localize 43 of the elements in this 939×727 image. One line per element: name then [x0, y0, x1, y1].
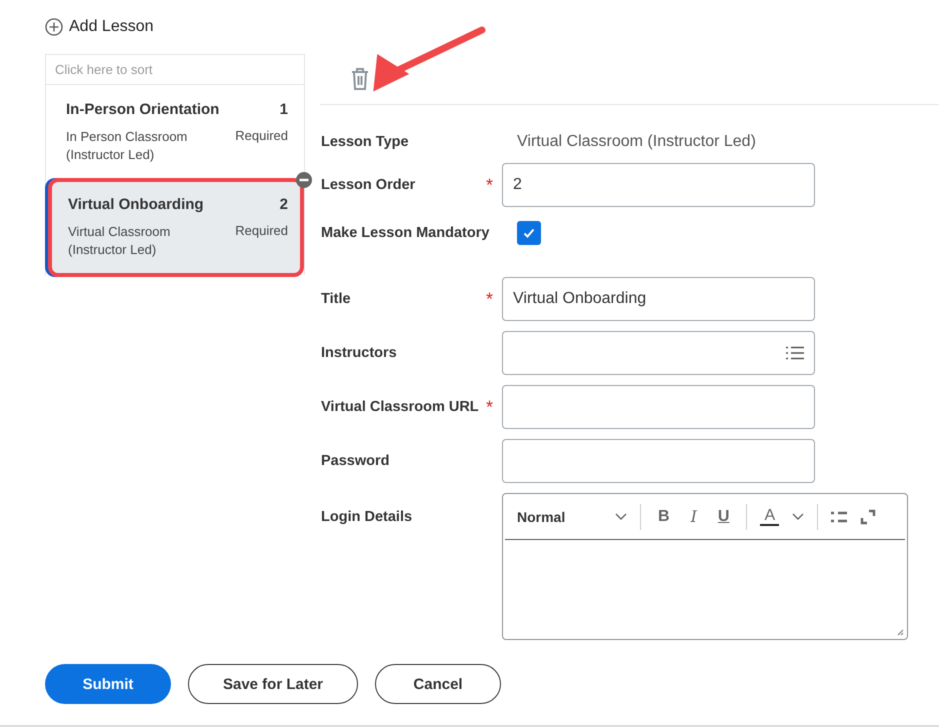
lesson-title: Virtual Onboarding	[68, 196, 204, 213]
field-label: Lesson Order	[321, 177, 416, 193]
check-icon	[522, 226, 536, 240]
resize-grip-icon[interactable]	[896, 628, 904, 636]
field-label: Password	[321, 453, 390, 469]
input-field[interactable]: Virtual Onboarding	[502, 277, 815, 321]
italic-button[interactable]: I	[686, 507, 701, 526]
text-color-button[interactable]: A	[760, 508, 780, 526]
required-mark: *	[486, 396, 494, 416]
trash-icon[interactable]	[350, 67, 370, 91]
lesson-type: In Person Classroom (Instructor Led)	[66, 128, 188, 164]
lesson-title: In-Person Orientation	[66, 101, 220, 118]
secondary-button[interactable]: Save for Later	[188, 664, 358, 704]
lesson-item[interactable]: In-Person Orientation 1 In Person Classroom (Instructor Led) Required	[46, 85, 304, 178]
required-mark: *	[486, 288, 494, 308]
bold-button[interactable]: B	[654, 508, 674, 526]
bullet-list-icon[interactable]	[831, 510, 848, 522]
lesson-status: Required	[235, 223, 288, 240]
remove-icon[interactable]	[296, 172, 312, 188]
submit-button[interactable]: Submit	[45, 664, 171, 704]
field-label: Title	[321, 291, 352, 307]
chevron-down-icon[interactable]	[615, 512, 627, 520]
field-label: Instructors	[321, 345, 398, 361]
lesson-type-value: Virtual Classroom (Instructor Led)	[517, 133, 756, 151]
add-lesson-button[interactable]: Add Lesson	[45, 18, 154, 36]
underline-button[interactable]: U	[714, 508, 734, 526]
lesson-order: 1	[280, 101, 288, 120]
lesson-order: 2	[280, 196, 288, 215]
chevron-down-icon[interactable]	[792, 512, 804, 520]
lesson-item[interactable]: Virtual Onboarding 2 Virtual Classroom (Instructor Led) Required	[48, 178, 304, 277]
required-mark: *	[486, 174, 494, 194]
field-label: Lesson Type	[321, 134, 410, 150]
checkbox[interactable]	[517, 221, 541, 245]
field-label: Login Details	[321, 509, 414, 525]
list-icon	[786, 346, 804, 360]
lesson-type: Virtual Classroom (Instructor Led)	[68, 223, 172, 259]
plus-circle-icon	[45, 18, 63, 36]
lesson-status: Required	[235, 128, 288, 145]
expand-icon[interactable]	[860, 508, 876, 524]
secondary-button[interactable]: Cancel	[375, 664, 501, 704]
input-field[interactable]: 2	[502, 163, 815, 207]
field-label: Virtual Classroom URL	[321, 399, 480, 415]
format-dropdown[interactable]: Normal	[517, 508, 602, 524]
